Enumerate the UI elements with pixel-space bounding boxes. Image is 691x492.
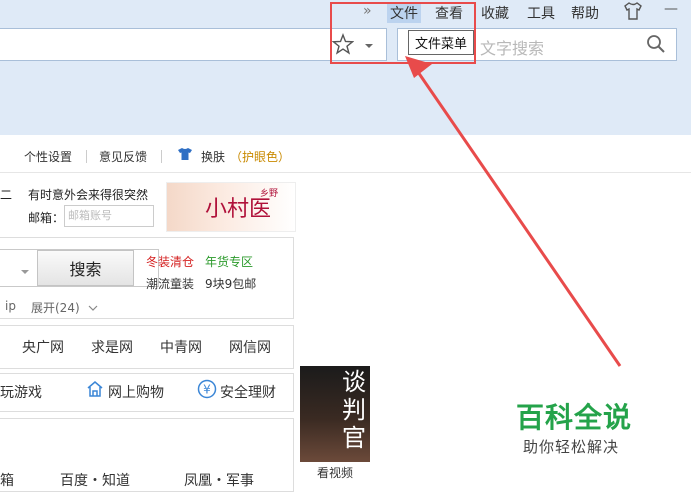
annotation-arrow bbox=[405, 56, 622, 367]
